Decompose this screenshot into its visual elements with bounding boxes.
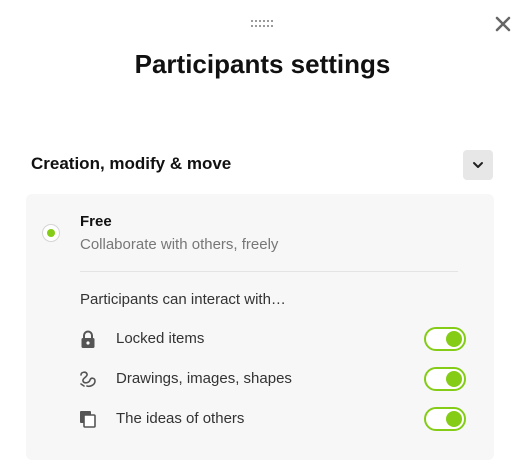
chevron-down-icon: [473, 162, 483, 168]
permission-row-locked-items: Locked items: [26, 325, 494, 353]
interact-label: Participants can interact with…: [80, 291, 286, 308]
permission-row-ideas: The ideas of others: [26, 405, 494, 433]
permission-row-drawings: Drawings, images, shapes: [26, 365, 494, 393]
close-icon[interactable]: [493, 14, 513, 34]
divider: [80, 271, 458, 272]
ideas-toggle[interactable]: [424, 407, 466, 431]
option-title: Free: [80, 213, 112, 230]
free-option-radio[interactable]: [42, 224, 60, 242]
dialog-title: Participants settings: [134, 49, 391, 79]
section-header: Creation, modify & move: [31, 154, 232, 173]
ideas-icon: [78, 409, 98, 429]
drag-handle-icon[interactable]: [251, 15, 273, 27]
locked-items-toggle[interactable]: [424, 327, 466, 351]
lock-icon: [78, 329, 98, 349]
drawings-icon: [78, 369, 98, 389]
drawings-toggle[interactable]: [424, 367, 466, 391]
permission-label: Drawings, images, shapes: [116, 370, 292, 387]
participants-settings-dialog: Participants settings Creation, modify &…: [0, 0, 525, 473]
collapse-section-button[interactable]: [463, 150, 493, 180]
permission-card: Free Collaborate with others, freely Par…: [26, 194, 494, 460]
option-description: Collaborate with others, freely: [80, 236, 279, 253]
permission-label: The ideas of others: [116, 410, 245, 427]
permission-label: Locked items: [116, 330, 205, 347]
